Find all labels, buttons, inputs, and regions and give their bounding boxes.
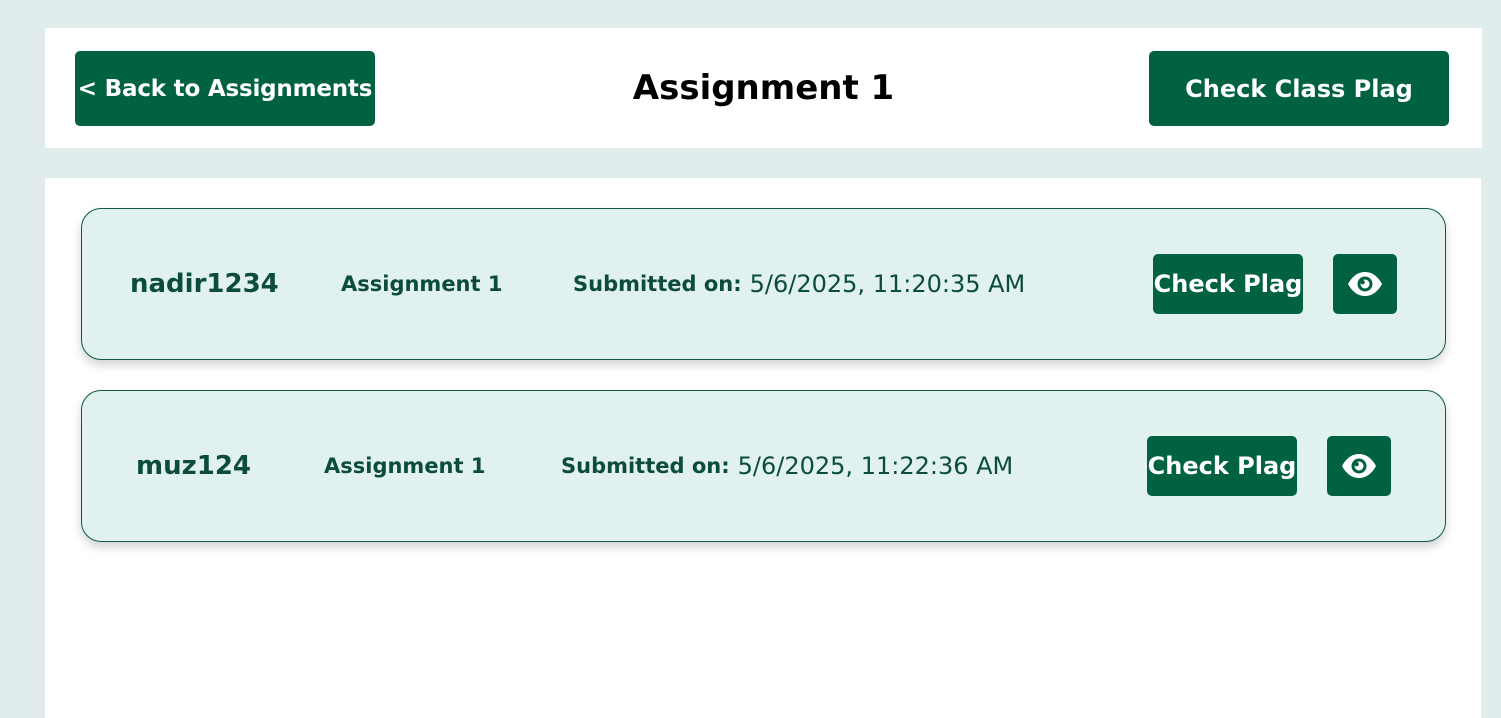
submitted-value: 5/6/2025, 11:20:35 AM <box>749 270 1026 298</box>
check-plag-button[interactable]: Check Plag <box>1153 254 1303 314</box>
view-submission-button[interactable] <box>1327 436 1391 496</box>
submission-assignment: Assignment 1 <box>324 454 486 478</box>
submission-card: muz124 Assignment 1 Submitted on: 5/6/20… <box>81 390 1446 542</box>
check-plag-button[interactable]: Check Plag <box>1147 436 1297 496</box>
submitted-label: Submitted on: <box>561 454 730 478</box>
submission-username: muz124 <box>136 451 252 481</box>
header-bar: < Back to Assignments Assignment 1 Check… <box>45 28 1482 148</box>
submission-date: Submitted on: 5/6/2025, 11:20:35 AM <box>573 209 1025 359</box>
submission-card: nadir1234 Assignment 1 Submitted on: 5/6… <box>81 208 1446 360</box>
view-submission-button[interactable] <box>1333 254 1397 314</box>
submission-assignment: Assignment 1 <box>341 272 503 296</box>
submitted-label: Submitted on: <box>573 272 742 296</box>
eye-icon <box>1348 272 1382 296</box>
submission-date: Submitted on: 5/6/2025, 11:22:36 AM <box>561 391 1013 541</box>
submissions-list: nadir1234 Assignment 1 Submitted on: 5/6… <box>45 178 1481 718</box>
submitted-value: 5/6/2025, 11:22:36 AM <box>737 452 1014 480</box>
check-class-plag-button[interactable]: Check Class Plag <box>1149 51 1449 126</box>
submission-username: nadir1234 <box>130 269 279 299</box>
eye-icon <box>1342 454 1376 478</box>
